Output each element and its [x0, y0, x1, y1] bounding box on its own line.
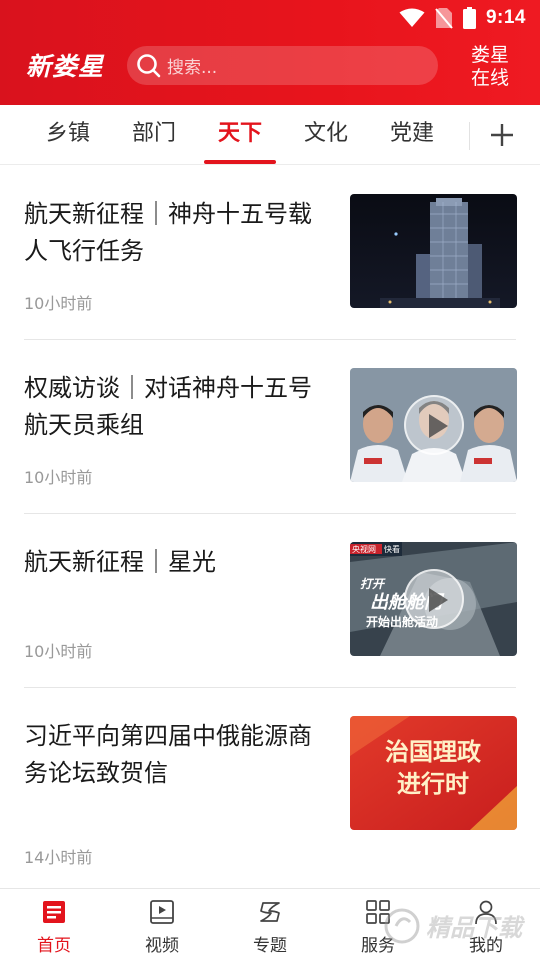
tab-bumen[interactable]: 部门: [124, 105, 184, 165]
news-thumbnail: [350, 194, 517, 308]
thumb-line1: 打开: [360, 577, 386, 591]
banner-line1: 治国理政: [385, 738, 481, 766]
play-icon[interactable]: [404, 395, 464, 455]
channel-tabs: 乡镇 部门 天下 文化 党建: [0, 105, 540, 165]
no-sim-icon: [435, 8, 453, 29]
nav-topic[interactable]: 专题: [216, 889, 324, 960]
news-thumbnail: 央视网 快看 打开 出舱舱门 开始出舱活动: [350, 542, 517, 656]
status-time: 9:14: [485, 7, 526, 28]
nav-home[interactable]: 首页: [0, 889, 108, 960]
nav-video[interactable]: 视频: [108, 889, 216, 960]
app-header: 9:14 新娄星 搜索... 娄星 在线: [0, 0, 540, 105]
news-title: 权威访谈｜对话神舟十五号航天员乘组: [24, 374, 312, 439]
status-icons: 9:14: [399, 6, 526, 30]
news-time: 10小时前: [24, 468, 93, 487]
nav-label: 专题: [253, 936, 287, 956]
news-title: 习近平向第四届中俄能源商务论坛致贺信: [24, 722, 312, 787]
tab-wenhua[interactable]: 文化: [296, 105, 356, 165]
news-item[interactable]: 航天新征程｜星光 10小时前 央视网 快看 打开 出舱舱门 开始出舱活动: [0, 514, 540, 688]
active-tab-indicator: [204, 160, 276, 164]
search-box[interactable]: 搜索...: [127, 46, 438, 85]
app-logo: 新娄星: [26, 52, 105, 81]
play-icon[interactable]: [404, 569, 464, 629]
nav-label: 首页: [37, 936, 71, 956]
news-time: 10小时前: [24, 642, 93, 661]
topic-icon: [260, 902, 280, 922]
tab-dangjian[interactable]: 党建: [382, 105, 442, 165]
watermark: 精品下载: [384, 908, 526, 944]
tab-tianxia[interactable]: 天下: [210, 105, 270, 165]
red-banner-image: 治国理政 进行时: [350, 716, 517, 830]
status-bar: 9:14: [0, 0, 540, 36]
site-name-link[interactable]: 娄星 在线: [462, 44, 518, 90]
wifi-icon: [399, 8, 425, 27]
home-news-icon: [43, 901, 65, 923]
search-placeholder: 搜索...: [167, 58, 218, 78]
battery-icon: [462, 7, 476, 29]
search-icon: [135, 52, 163, 80]
banner-line2: 进行时: [397, 770, 469, 798]
news-item[interactable]: 习近平向第四届中俄能源商务论坛致贺信 14小时前 治国理政 进行时: [0, 688, 540, 888]
svg-text:精品下载: 精品下载: [426, 914, 526, 942]
plus-icon[interactable]: [486, 119, 518, 151]
rocket-tower-image: [350, 194, 517, 308]
logo-text: 新娄星: [26, 52, 105, 81]
tab-xiangzhen[interactable]: 乡镇: [38, 105, 98, 165]
news-item[interactable]: 权威访谈｜对话神舟十五号航天员乘组 10小时前: [0, 340, 540, 514]
site-name-line2: 在线: [470, 67, 509, 89]
thumb-badge: 央视网: [352, 544, 376, 554]
news-item[interactable]: 航天新征程｜神舟十五号载人飞行任务 10小时前: [0, 166, 540, 340]
news-time: 10小时前: [24, 294, 93, 313]
video-icon: [150, 900, 174, 924]
site-name-line1: 娄星: [470, 44, 509, 66]
news-title: 航天新征程｜神舟十五号载人飞行任务: [24, 200, 312, 265]
thumb-badge2: 快看: [384, 544, 400, 554]
nav-label: 视频: [145, 936, 179, 956]
news-thumbnail: [350, 368, 517, 482]
tabs-divider: [469, 122, 470, 150]
news-time: 14小时前: [24, 848, 93, 867]
news-title: 航天新征程｜星光: [24, 548, 216, 576]
news-thumbnail: 治国理政 进行时: [350, 716, 517, 830]
